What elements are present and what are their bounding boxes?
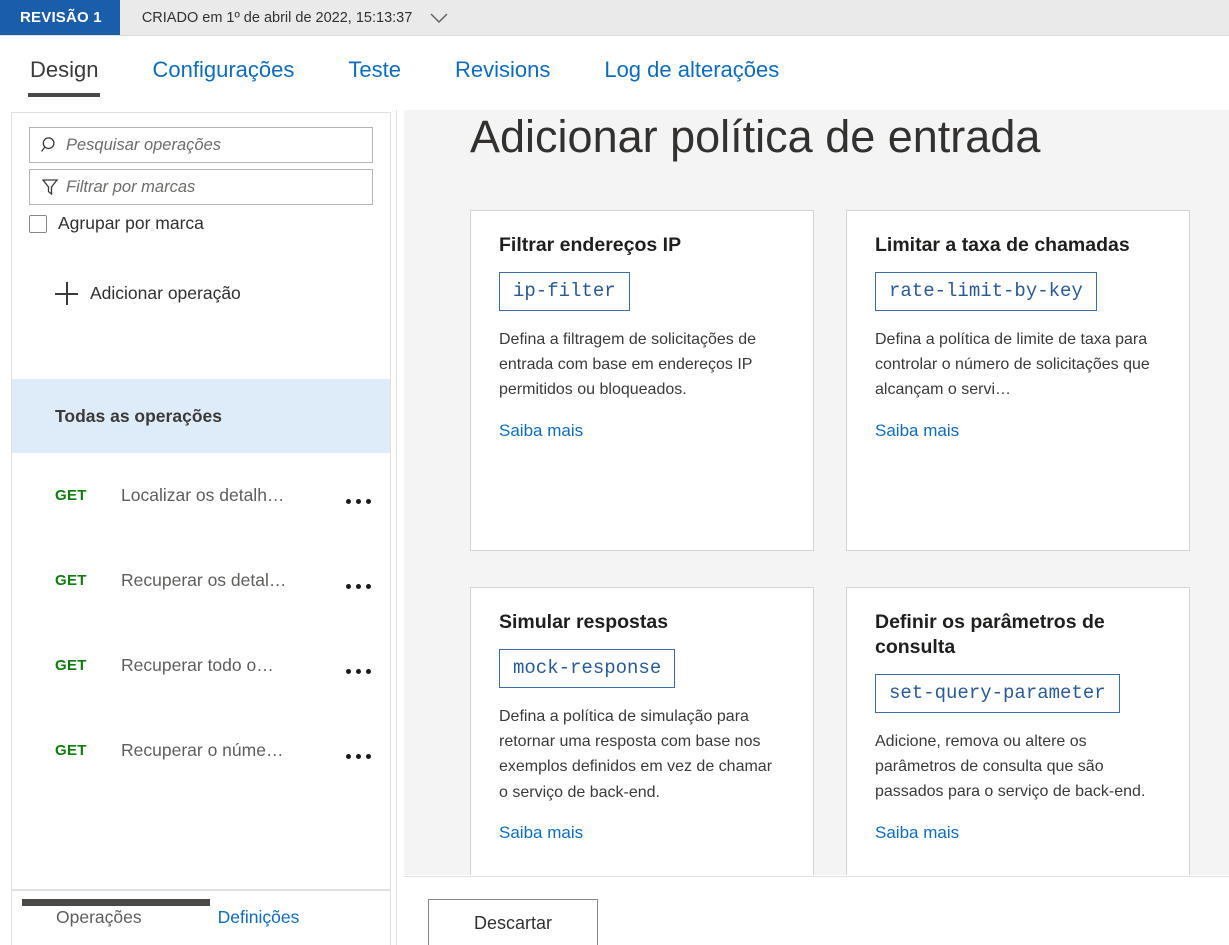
group-by-tag-label: Agrupar por marca <box>58 213 204 233</box>
all-operations-label: Todas as operações <box>55 405 222 426</box>
list-item[interactable]: GET Localizar os detalh… <box>12 453 390 538</box>
policy-card-row: Filtrar endereços IP ip-filter Defina a … <box>470 210 1190 551</box>
policy-card-code: mock-response <box>499 648 676 688</box>
operations-panel-footer: Operações Definições <box>11 890 391 945</box>
ellipsis-icon[interactable] <box>346 572 390 589</box>
policy-card-description: Defina a filtragem de solicitações de en… <box>499 330 757 399</box>
main-content: Adicionar política de entrada Filtrar en… <box>404 110 1229 875</box>
add-operation-button[interactable]: Adicionar operação <box>29 282 373 305</box>
tab-configuracoes[interactable]: Configurações <box>150 36 296 83</box>
discard-button[interactable]: Descartar <box>428 899 598 945</box>
operation-name: Recuperar o núme… <box>121 740 284 760</box>
operation-name: Localizar os detalh… <box>121 485 285 505</box>
policy-card-row: Simular respostas mock-response Defina a… <box>470 587 1190 875</box>
ellipsis-icon[interactable] <box>346 742 390 759</box>
chevron-down-icon[interactable] <box>428 7 450 29</box>
policy-card-ip-filter[interactable]: Filtrar endereços IP ip-filter Defina a … <box>470 210 814 551</box>
panel-divider <box>396 110 397 945</box>
policy-card-description: Defina a política de simulação para reto… <box>499 707 773 801</box>
dot <box>346 499 351 504</box>
dot <box>346 754 351 759</box>
policy-card-set-query-parameter[interactable]: Definir os parâmetros de consulta set-qu… <box>846 587 1190 875</box>
dot <box>366 499 371 504</box>
revision-bar: REVISÃO 1 CRIADO em 1º de abril de 2022,… <box>0 0 1229 36</box>
group-by-tag-checkbox[interactable] <box>29 214 47 233</box>
funnel-icon <box>38 176 62 198</box>
learn-more-link[interactable]: Saiba mais <box>499 823 583 843</box>
revision-created-text: CRIADO em 1º de abril de 2022, 15:13:37 <box>141 9 413 26</box>
dot <box>356 754 361 759</box>
tab-operacoes[interactable]: Operações <box>56 907 142 928</box>
tab-log-de-alteracoes[interactable]: Log de alterações <box>602 36 781 83</box>
policy-card-title: Simular respostas <box>499 611 669 633</box>
policy-card-rate-limit-by-key[interactable]: Limitar a taxa de chamadas rate-limit-by… <box>846 210 1190 551</box>
policy-card-code: rate-limit-by-key <box>875 271 1097 311</box>
page-title: Adicionar política de entrada <box>470 111 1041 162</box>
action-bar: Descartar <box>404 876 1229 945</box>
policy-card-description: Adicione, remova ou altere os parâmetros… <box>875 732 1146 801</box>
ellipsis-icon[interactable] <box>346 487 390 504</box>
policy-card-title: Filtrar endereços IP <box>499 234 682 256</box>
policy-card-title: Limitar a taxa de chamadas <box>875 234 1130 256</box>
tab-teste[interactable]: Teste <box>346 36 403 83</box>
policy-card-description: Defina a política de limite de taxa para… <box>875 330 1150 399</box>
sidebar-item-all-operations[interactable]: Todas as operações <box>12 379 390 453</box>
learn-more-link[interactable]: Saiba mais <box>875 421 959 441</box>
dot <box>366 754 371 759</box>
panel-footer-tabs: Operações Definições <box>12 907 390 928</box>
dot <box>346 584 351 589</box>
tab-design[interactable]: Design <box>28 36 101 98</box>
dot <box>356 669 361 674</box>
learn-more-link[interactable]: Saiba mais <box>875 823 959 843</box>
operations-list: GET Localizar os detalh… GET Recuperar o… <box>12 453 390 793</box>
http-verb-badge: GET <box>55 657 87 674</box>
dot <box>356 499 361 504</box>
http-verb-badge: GET <box>55 742 87 759</box>
group-by-tag-checkbox-row[interactable]: Agrupar por marca <box>29 213 373 234</box>
list-item[interactable]: GET Recuperar os detal… <box>12 538 390 623</box>
policy-card-mock-response[interactable]: Simular respostas mock-response Defina a… <box>470 587 814 875</box>
add-operation-label: Adicionar operação <box>90 283 241 303</box>
filter-by-tags-placeholder: Filtrar por marcas <box>66 177 196 196</box>
learn-more-link[interactable]: Saiba mais <box>499 421 583 441</box>
http-verb-badge: GET <box>55 487 87 504</box>
tab-revisions[interactable]: Revisions <box>453 36 552 83</box>
revision-badge: REVISÃO 1 <box>0 0 120 35</box>
app-root: REVISÃO 1 CRIADO em 1º de abril de 2022,… <box>0 0 1229 945</box>
operation-name: Recuperar todo o… <box>121 655 274 675</box>
search-operations-field[interactable]: Pesquisar operações <box>29 127 373 163</box>
operation-name: Recuperar os detal… <box>121 570 287 590</box>
policy-card-grid: Filtrar endereços IP ip-filter Defina a … <box>470 210 1190 875</box>
search-icon <box>38 134 62 156</box>
policy-card-code: ip-filter <box>499 271 630 311</box>
tab-definicoes[interactable]: Definições <box>218 907 300 928</box>
list-item[interactable]: GET Recuperar todo o… <box>12 623 390 708</box>
search-operations-placeholder: Pesquisar operações <box>66 135 222 154</box>
plus-icon <box>55 282 78 305</box>
policy-card-code: set-query-parameter <box>875 673 1120 713</box>
filter-by-tags-field[interactable]: Filtrar por marcas <box>29 169 373 205</box>
dot <box>366 584 371 589</box>
list-item[interactable]: GET Recuperar o núme… <box>12 708 390 793</box>
http-verb-badge: GET <box>55 572 87 589</box>
policy-card-title: Definir os parâmetros de consulta <box>875 611 1105 658</box>
dot <box>366 669 371 674</box>
horizontal-scrollbar[interactable] <box>22 899 378 906</box>
dot <box>356 584 361 589</box>
tab-strip: Design Configurações Teste Revisions Log… <box>0 36 1229 109</box>
ellipsis-icon[interactable] <box>346 657 390 674</box>
operations-panel: Pesquisar operações Filtrar por marcas A… <box>11 112 391 890</box>
scrollbar-thumb[interactable] <box>22 899 210 906</box>
dot <box>346 669 351 674</box>
operations-panel-header: Pesquisar operações Filtrar por marcas A… <box>12 113 390 305</box>
